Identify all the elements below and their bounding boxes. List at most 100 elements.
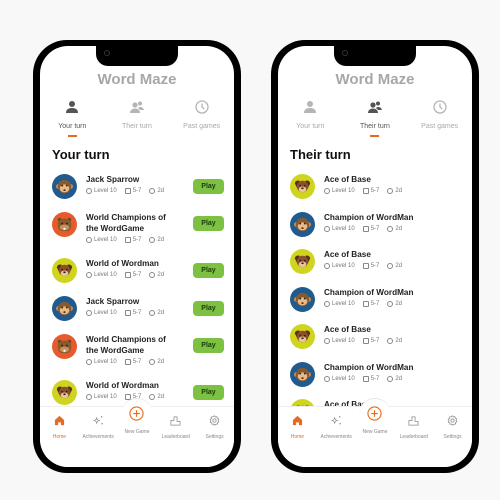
avatar-dog <box>52 258 77 283</box>
meta-time: 2d <box>387 188 402 194</box>
meta-time-value: 2d <box>157 394 165 400</box>
tab-past-games[interactable]: Past games <box>410 100 470 137</box>
game-row[interactable]: Ace of Base Level 10 5-7 2d <box>290 324 462 362</box>
nav-achievements[interactable]: Achievements <box>79 413 117 440</box>
meta-players-value: 5-7 <box>370 188 380 194</box>
play-button[interactable]: Play <box>193 179 224 194</box>
game-row[interactable]: Champion of WordMan Level 10 5-7 2d <box>290 286 462 325</box>
clock-icon <box>387 188 394 194</box>
tab-your-turn[interactable]: Your turn <box>280 100 340 137</box>
gear-icon <box>447 413 458 431</box>
meta-time: 2d <box>149 188 164 194</box>
tab-past-games[interactable]: Past games <box>172 100 232 137</box>
meta-time: 2d <box>387 263 402 269</box>
game-meta: Level 10 5-7 2d <box>324 263 462 269</box>
meta-players-value: 5-7 <box>132 237 142 243</box>
bottom-nav: Home Achievements New Game Leaderboard Setti… <box>40 398 234 467</box>
meta-level-value: Level 10 <box>332 375 355 382</box>
play-button[interactable]: Play <box>193 263 224 278</box>
nav-new-game[interactable]: New Game <box>356 406 394 440</box>
nav-new-game[interactable]: New Game <box>118 406 156 440</box>
clock-icon <box>149 394 156 400</box>
game-row[interactable]: World Champions of the WordGame Level 10 5… <box>52 212 224 258</box>
clock-icon <box>432 100 447 119</box>
game-name: Ace of Base <box>324 175 371 184</box>
level-icon <box>86 394 92 400</box>
nav-achievements[interactable]: Achievements <box>317 413 355 440</box>
meta-level: Level 10 <box>324 338 355 344</box>
nav-leaderboard[interactable]: Leaderboard <box>157 413 195 440</box>
meta-time-value: 2d <box>395 263 403 269</box>
avatar-dog <box>52 380 77 405</box>
play-button[interactable]: Play <box>193 301 224 316</box>
sparkle-icon <box>330 413 342 431</box>
game-row[interactable]: Ace of Base Level 10 5-7 2d <box>290 249 462 287</box>
meta-players-value: 5-7 <box>132 310 142 316</box>
nav-home[interactable]: Home <box>40 413 78 440</box>
game-row[interactable]: Ace of Base Level 10 5-7 2d <box>290 174 462 212</box>
meta-level: Level 10 <box>324 300 355 307</box>
game-name: Ace of Base <box>324 325 371 334</box>
play-button[interactable]: Play <box>193 216 224 231</box>
tab-label: Your turn <box>58 123 87 130</box>
home-icon <box>54 413 65 431</box>
podium-icon <box>170 413 181 431</box>
play-button[interactable]: Play <box>193 338 224 353</box>
phone-their-turn: Word Maze Your turn Their turn Past games … <box>271 40 479 473</box>
clock-icon <box>387 300 394 307</box>
meta-players: 5-7 <box>124 272 142 278</box>
meta-players: 5-7 <box>124 359 142 365</box>
game-meta: Level 10 5-7 2d <box>324 188 462 194</box>
game-row[interactable]: Jack Sparrow Level 10 5-7 2d Play <box>52 296 224 334</box>
game-row[interactable]: World of Wordman Level 10 5-7 2d Play <box>52 258 224 296</box>
meta-level: Level 10 <box>86 188 117 194</box>
level-icon <box>324 338 330 344</box>
crown-icon <box>124 188 131 194</box>
tab-label: Past games <box>421 123 459 130</box>
crown-icon <box>124 359 131 365</box>
game-name: Champion of WordMan <box>324 287 414 297</box>
game-name: Ace of Base <box>324 250 371 259</box>
meta-time: 2d <box>149 237 164 243</box>
game-row[interactable]: World Champions of the WordGame Level 10 5… <box>52 334 224 380</box>
game-name: World Champions of the WordGame <box>86 213 166 233</box>
meta-players-value: 5-7 <box>132 359 142 365</box>
game-name: World of Wordman <box>86 381 159 390</box>
meta-level: Level 10 <box>86 359 117 365</box>
nav-settings[interactable]: Settings <box>434 413 472 440</box>
nav-label: New Game <box>362 429 388 435</box>
tab-bar: Your turn Their turn Past games <box>278 100 472 137</box>
nav-label: Leaderboard <box>399 434 428 440</box>
game-name: Jack Sparrow <box>86 297 140 306</box>
nav-leaderboard[interactable]: Leaderboard <box>395 413 433 440</box>
tab-their-turn[interactable]: Their turn <box>345 100 405 137</box>
game-name: World of Wordman <box>86 259 159 268</box>
meta-players-value: 5-7 <box>132 272 142 278</box>
person-icon <box>65 100 79 119</box>
meta-level: Level 10 <box>324 263 355 269</box>
level-icon <box>86 237 92 243</box>
nav-settings[interactable]: Settings <box>196 413 234 440</box>
clock-icon <box>387 375 394 382</box>
game-row[interactable]: Champion of WordMan Level 10 5-7 2d <box>290 361 462 400</box>
play-button[interactable]: Play <box>193 385 224 400</box>
meta-players: 5-7 <box>362 338 379 344</box>
meta-level-value: Level 10 <box>94 188 117 194</box>
game-meta: Level 10 5-7 2d <box>86 237 224 243</box>
nav-home[interactable]: Home <box>278 413 316 440</box>
nav-label: Achievements <box>82 434 114 440</box>
level-icon <box>324 225 330 232</box>
meta-time: 2d <box>149 359 164 365</box>
tab-your-turn[interactable]: Your turn <box>42 100 102 137</box>
clock-icon <box>149 272 156 278</box>
level-icon <box>86 188 92 194</box>
tab-their-turn[interactable]: Their turn <box>107 100 167 137</box>
game-row[interactable]: Jack Sparrow Level 10 5-7 2d Play <box>52 174 224 212</box>
game-row[interactable]: Champion of WordMan Level 10 5-7 2d <box>290 211 462 250</box>
game-info: Champion of WordMan Level 10 5-7 2d <box>324 212 462 232</box>
clock-icon <box>194 100 209 119</box>
game-meta: Level 10 5-7 2d <box>324 225 462 232</box>
gear-icon <box>209 413 220 431</box>
active-tab-indicator <box>67 135 77 137</box>
meta-players: 5-7 <box>362 263 379 269</box>
